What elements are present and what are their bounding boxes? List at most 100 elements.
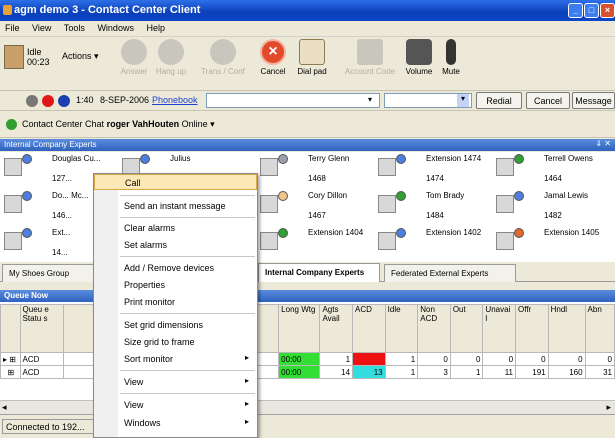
- hangup-label: Hang up: [155, 67, 187, 76]
- mute-label: Mute: [442, 67, 460, 76]
- agent-status: Idle 00:23: [27, 47, 50, 67]
- presence-icon: [22, 228, 32, 238]
- col-abn[interactable]: Abn: [584, 304, 615, 353]
- chat-status[interactable]: Contact Center Chat roger VahHouten Onli…: [22, 119, 215, 130]
- contact-avatar-icon: [496, 232, 514, 250]
- contact-card[interactable]: Jamal Lewis 1482: [492, 189, 612, 223]
- queue-name: ACD: [19, 352, 65, 366]
- menu-item-print-monitor[interactable]: Print monitor: [94, 294, 257, 310]
- contact-card[interactable]: Extension 1404: [256, 226, 376, 260]
- contact-name: Extension 1402: [426, 228, 482, 237]
- close-button[interactable]: ×: [600, 3, 615, 18]
- contact-card[interactable]: Terrell Owens 1464: [492, 152, 612, 186]
- menu-file[interactable]: File: [0, 21, 25, 33]
- unavail-cell: 11: [482, 365, 517, 379]
- contact-card[interactable]: Terry Glenn 1468: [256, 152, 376, 186]
- contact-card[interactable]: Extension 1474 1474: [374, 152, 494, 186]
- col-hndl[interactable]: Hndl: [547, 304, 586, 353]
- menu-item-clear-alarms[interactable]: Clear alarms: [94, 220, 257, 236]
- dial-pad-icon: [299, 39, 325, 65]
- contact-card[interactable]: Tom Brady 1484: [374, 189, 494, 223]
- contact-ext: 1467: [308, 211, 326, 220]
- number-dropdown-icon[interactable]: ▾: [368, 95, 372, 104]
- answer-button[interactable]: Answer: [118, 39, 150, 76]
- contact-card[interactable]: Extension 1405: [492, 226, 612, 260]
- row-expand-icon[interactable]: ▸ ⊞: [0, 352, 21, 366]
- menu-item-size-grid-to-frame[interactable]: Size grid to frame: [94, 334, 257, 350]
- col-unavail[interactable]: Unavai l: [482, 304, 517, 353]
- agts-avail-cell: 1: [319, 352, 354, 366]
- menu-windows[interactable]: Windows: [92, 21, 139, 33]
- menu-item-label: View: [124, 400, 144, 410]
- menu-item-windows[interactable]: Windows ▸: [94, 415, 257, 431]
- out-cell: 0: [449, 352, 484, 366]
- number-input[interactable]: [206, 93, 380, 108]
- contact-avatar-icon: [496, 158, 514, 176]
- row-expand-icon[interactable]: ⊞: [0, 365, 21, 379]
- presence-icon: [140, 154, 150, 164]
- contact-card[interactable]: Extension 1402: [374, 226, 494, 260]
- account-code-label: Account Code: [344, 67, 396, 76]
- col-offr[interactable]: Offr: [515, 304, 549, 353]
- menu-item-send-im[interactable]: Send an instant message: [94, 198, 257, 214]
- menu-item-add-remove-devices[interactable]: Add / Remove devices: [94, 260, 257, 276]
- call-indicator-icon: [26, 95, 38, 107]
- non-acd-cell: 3: [417, 365, 451, 379]
- dial-pad-button[interactable]: Dial pad: [292, 39, 332, 76]
- hangup-button[interactable]: Hang up: [152, 39, 190, 76]
- cancel-call-button[interactable]: × Cancel: [256, 39, 290, 76]
- menu-item-set-alarms[interactable]: Set alarms: [94, 237, 257, 253]
- maximize-button[interactable]: □: [584, 3, 599, 18]
- offr-cell: 0: [515, 352, 549, 366]
- line-select[interactable]: ▾: [384, 93, 472, 108]
- col-long-wtg[interactable]: Long Wtg: [278, 304, 321, 353]
- menu-item-view[interactable]: View ▸: [94, 374, 257, 390]
- scroll-right-icon[interactable]: ▸: [606, 402, 611, 413]
- col-non-acd[interactable]: Non ACD: [417, 304, 451, 353]
- menu-item-call[interactable]: Call: [94, 174, 257, 190]
- message-button[interactable]: Message: [572, 92, 615, 109]
- mute-button[interactable]: Mute: [436, 39, 466, 76]
- menu-view[interactable]: View: [27, 21, 56, 33]
- redial-button[interactable]: Redial: [476, 92, 522, 109]
- menu-item-set-grid-dimensions[interactable]: Set grid dimensions: [94, 317, 257, 333]
- offr-cell: 191: [515, 365, 549, 379]
- menu-separator: [120, 393, 255, 394]
- col-acd[interactable]: ACD: [352, 304, 386, 353]
- tab-my-shoes-group[interactable]: My Shoes Group: [2, 264, 94, 282]
- panel-pin-icon[interactable]: ⇓ ✕: [595, 139, 611, 148]
- tab-federated-external-experts[interactable]: Federated External Experts: [384, 264, 516, 282]
- menu-tools[interactable]: Tools: [59, 21, 90, 33]
- cancel-dial-button[interactable]: Cancel: [526, 92, 570, 109]
- scroll-left-icon[interactable]: ◂: [2, 402, 7, 413]
- tab-internal-company-experts[interactable]: Internal Company Experts: [258, 263, 380, 282]
- cancel-label: Cancel: [260, 67, 286, 76]
- presence-icon: [514, 191, 524, 201]
- app-icon: [3, 5, 12, 15]
- menu-item-label: Set grid dimensions: [124, 320, 204, 330]
- menu-item-label: View: [124, 377, 144, 387]
- menu-item-sort-monitor[interactable]: Sort monitor ▸: [94, 351, 257, 367]
- col-agts-avail[interactable]: Agts Avail: [319, 304, 354, 353]
- transfer-conference-button[interactable]: Trans / Conf: [192, 39, 254, 76]
- account-code-button[interactable]: Account Code: [340, 39, 400, 76]
- hndl-cell: 160: [547, 365, 586, 379]
- col-idle[interactable]: Idle: [384, 304, 419, 353]
- line-indicator-icon: [58, 95, 70, 107]
- menu-item-view-2[interactable]: View ▸: [94, 397, 257, 413]
- long-wtg-cell: 00:00: [278, 365, 321, 379]
- col-queue-status[interactable]: Queu e Statu s: [19, 304, 65, 353]
- contact-card[interactable]: Cory Dillon 1467: [256, 189, 376, 223]
- volume-button[interactable]: Volume: [402, 39, 436, 76]
- menu-help[interactable]: Help: [141, 21, 170, 33]
- minimize-button[interactable]: _: [568, 3, 583, 18]
- experts-panel-title: Internal Company Experts: [4, 140, 97, 149]
- phonebook-link[interactable]: Phonebook: [152, 95, 198, 105]
- menu-separator: [120, 313, 255, 314]
- connection-status: Connected to 192...: [2, 419, 102, 434]
- contact-name: Extension 1405: [544, 228, 600, 237]
- col-out[interactable]: Out: [449, 304, 484, 353]
- menu-bar: File View Tools Windows Help: [0, 21, 615, 37]
- menu-item-properties[interactable]: Properties: [94, 277, 257, 293]
- actions-menu[interactable]: Actions ▾: [62, 51, 99, 62]
